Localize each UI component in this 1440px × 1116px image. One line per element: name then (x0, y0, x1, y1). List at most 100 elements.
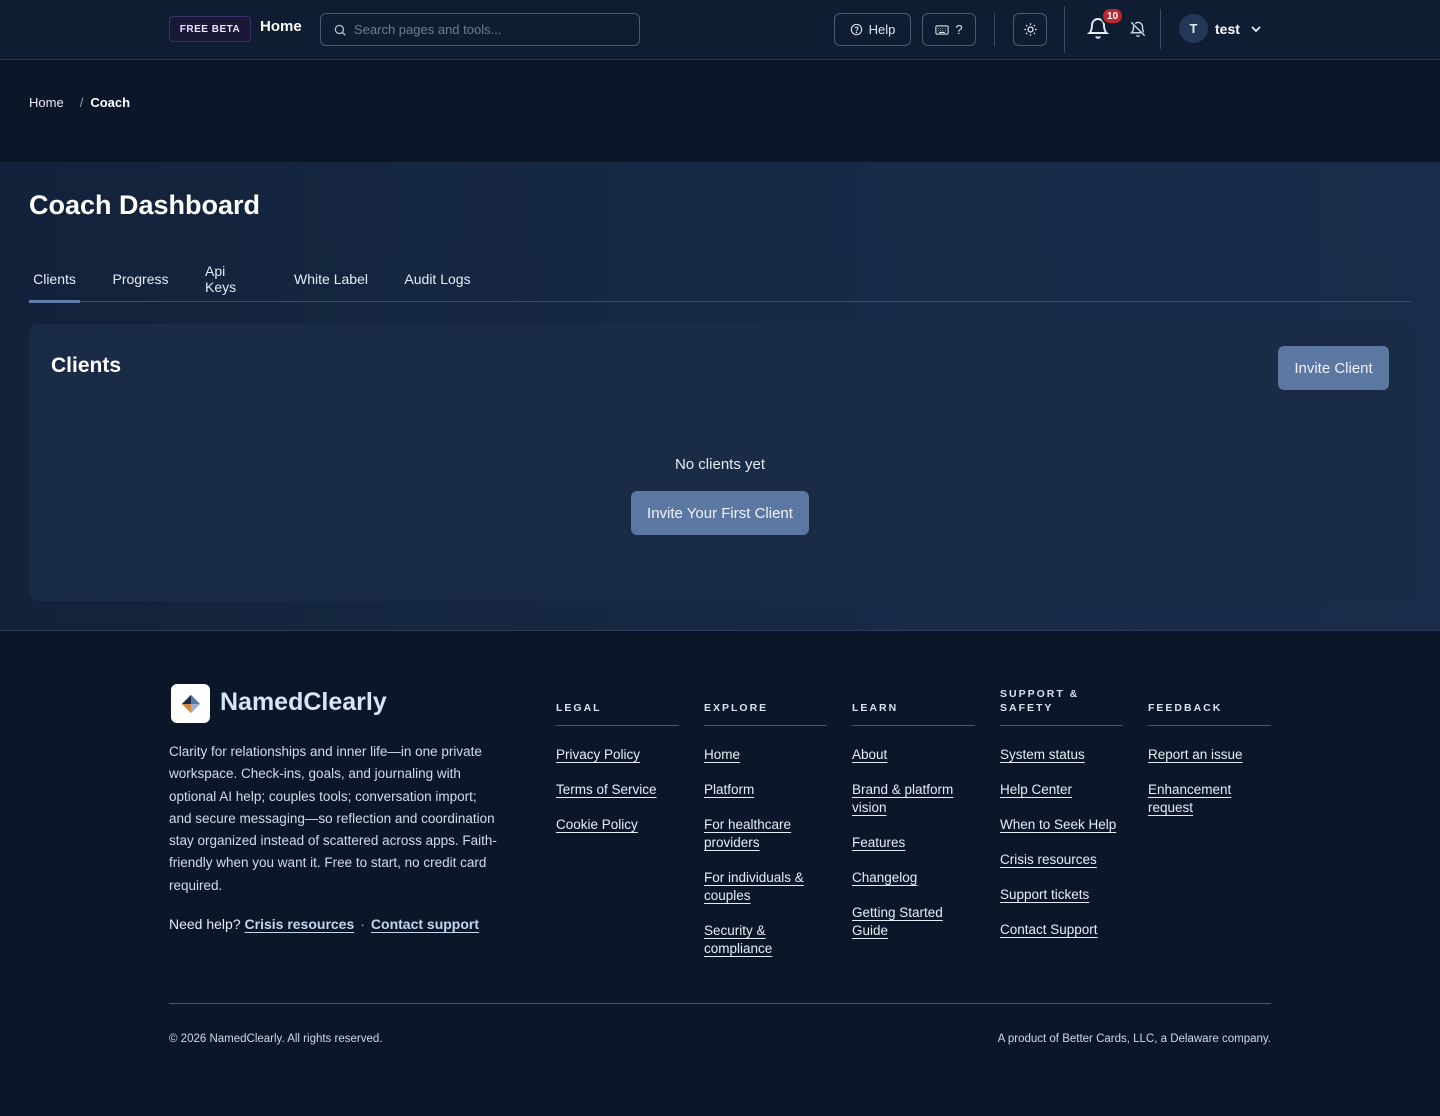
dot-separator: · (360, 916, 365, 932)
breadcrumb-current: Coach (90, 95, 131, 110)
list-item: Privacy Policy (556, 746, 679, 764)
footer-link[interactable]: Features (852, 835, 905, 850)
list-item: Report an issue (1148, 746, 1271, 764)
list-item: For individuals & couples (704, 869, 827, 905)
tab-bar: Clients Progress Api Keys White Label Au… (29, 256, 1411, 303)
footer-link[interactable]: Getting Started Guide (852, 905, 943, 938)
list-item: For healthcare providers (704, 816, 827, 852)
search-icon (334, 24, 346, 36)
list-item: Changelog (852, 869, 975, 887)
footer-link-list: Report an issue Enhancement request (1148, 746, 1271, 817)
page-title: Coach Dashboard (29, 190, 261, 220)
footer-link[interactable]: Privacy Policy (556, 747, 640, 762)
divider (1064, 6, 1065, 53)
footer-column-heading: LEARN (852, 686, 975, 726)
contact-support-link[interactable]: Contact support (371, 916, 479, 932)
help-circle-icon (850, 23, 862, 36)
invite-first-client-button[interactable]: Invite Your First Client (631, 491, 809, 535)
footer-link[interactable]: Support tickets (1000, 887, 1089, 902)
list-item: Getting Started Guide (852, 904, 975, 940)
footer-column-learn: LEARN About Brand & platform vision Feat… (852, 686, 975, 957)
username[interactable]: test (1215, 21, 1240, 37)
footer-link[interactable]: Contact Support (1000, 922, 1098, 937)
list-item: Crisis resources (1000, 851, 1123, 869)
notification-count-badge: 10 (1101, 7, 1125, 25)
footer-brand-name: NamedClearly (220, 688, 387, 716)
clients-card-title: Clients (51, 354, 122, 377)
keyboard-shortcuts-button[interactable]: ? (922, 13, 976, 46)
tab-white-label[interactable]: White Label (294, 256, 368, 302)
invite-client-button[interactable]: Invite Client (1278, 346, 1389, 390)
divider (1160, 9, 1161, 49)
search-input[interactable] (354, 22, 624, 37)
footer-link-list: About Brand & platform vision Features C… (852, 746, 975, 940)
theme-toggle-button[interactable] (1013, 13, 1047, 46)
list-item: Contact Support (1000, 921, 1123, 939)
list-item: Cookie Policy (556, 816, 679, 834)
search-box[interactable] (320, 13, 640, 46)
list-item: Home (704, 746, 827, 764)
footer: NamedClearly Clarity for relationships a… (0, 630, 1440, 1116)
footer-link[interactable]: Enhancement request (1148, 782, 1231, 815)
list-item: Enhancement request (1148, 781, 1271, 817)
footer-link[interactable]: Report an issue (1148, 747, 1243, 762)
footer-link[interactable]: Brand & platform vision (852, 782, 953, 815)
logo-icon (181, 694, 200, 713)
divider (994, 13, 995, 46)
list-item: System status (1000, 746, 1123, 764)
footer-column-heading: FEEDBACK (1148, 686, 1271, 726)
footer-column-heading: SUPPORT & SAFETY (1000, 686, 1123, 726)
chevron-down-icon[interactable] (1250, 24, 1262, 34)
crisis-resources-link[interactable]: Crisis resources (245, 916, 355, 932)
footer-link-list: Home Platform For healthcare providers F… (704, 746, 827, 958)
tab-api-keys[interactable]: Api Keys (205, 256, 258, 302)
footer-link[interactable]: For individuals & couples (704, 870, 804, 903)
footer-column-legal: LEGAL Privacy Policy Terms of Service Co… (556, 686, 679, 851)
footer-link[interactable]: Home (704, 747, 740, 762)
footer-column-explore: EXPLORE Home Platform For healthcare pro… (704, 686, 827, 975)
list-item: Security & compliance (704, 922, 827, 958)
help-button-label: Help (868, 22, 896, 37)
keyboard-shortcuts-label: ? (955, 22, 963, 37)
footer-link[interactable]: About (852, 747, 887, 762)
keyboard-icon (935, 24, 950, 35)
footer-link-list: Privacy Policy Terms of Service Cookie P… (556, 746, 679, 834)
breadcrumb-separator: / (79, 95, 84, 110)
breadcrumb-home-link[interactable]: Home (29, 95, 64, 110)
footer-link[interactable]: When to Seek Help (1000, 817, 1116, 832)
list-item: Features (852, 834, 975, 852)
avatar[interactable]: T (1179, 14, 1208, 43)
free-beta-badge: FREE BETA (169, 16, 251, 42)
tab-progress[interactable]: Progress (112, 256, 168, 302)
home-link[interactable]: Home (260, 18, 302, 35)
footer-link[interactable]: Help Center (1000, 782, 1072, 797)
footer-link[interactable]: Security & compliance (704, 923, 772, 956)
list-item: Support tickets (1000, 886, 1123, 904)
help-button[interactable]: Help (834, 13, 911, 46)
footer-link[interactable]: Cookie Policy (556, 817, 638, 832)
list-item: Terms of Service (556, 781, 679, 799)
footer-link[interactable]: Platform (704, 782, 754, 797)
tab-audit-logs[interactable]: Audit Logs (404, 256, 471, 302)
footer-link[interactable]: Crisis resources (1000, 852, 1097, 867)
clients-card: Clients Invite Client No clients yet Inv… (29, 324, 1411, 601)
footer-link[interactable]: System status (1000, 747, 1085, 762)
tab-clients[interactable]: Clients (29, 256, 80, 303)
footer-need-help: Need help? Crisis resources · Contact supp… (169, 916, 479, 932)
list-item: About (852, 746, 975, 764)
need-help-text: Need help? (169, 916, 241, 932)
product-of-text: A product of Better Cards, LLC, a Delawa… (997, 1033, 1271, 1045)
footer-column-heading: EXPLORE (704, 686, 827, 726)
top-bar: FREE BETA Home Help ? 10 T test (0, 0, 1440, 60)
footer-tagline: Clarity for relationships and inner life… (169, 744, 497, 893)
list-item: When to Seek Help (1000, 816, 1123, 834)
logo[interactable] (171, 684, 210, 723)
footer-link[interactable]: Terms of Service (556, 782, 657, 797)
list-item: Brand & platform vision (852, 781, 975, 817)
footer-column-support: SUPPORT & SAFETY System status Help Cent… (1000, 686, 1123, 956)
footer-link[interactable]: For healthcare providers (704, 817, 791, 850)
empty-state-text: No clients yet (674, 456, 766, 473)
footer-link[interactable]: Changelog (852, 870, 917, 885)
bell-off-icon[interactable] (1129, 20, 1147, 38)
footer-column-feedback: FEEDBACK Report an issue Enhancement req… (1148, 686, 1271, 834)
